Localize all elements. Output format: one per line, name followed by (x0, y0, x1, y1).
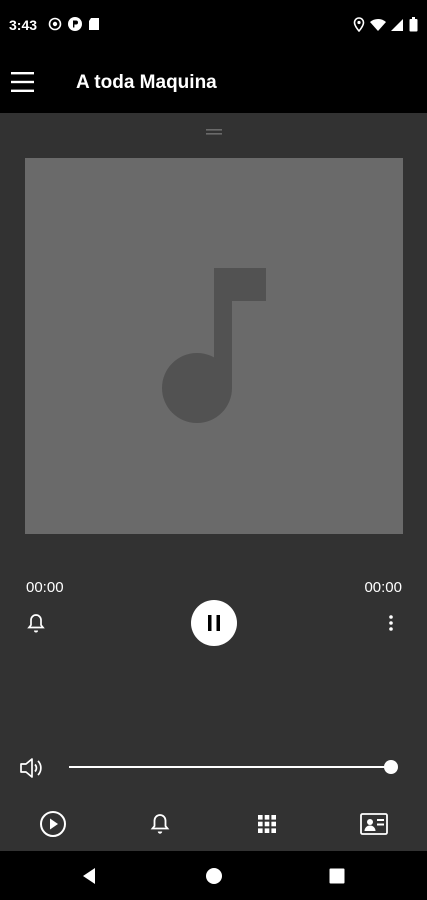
music-note-icon (162, 268, 266, 423)
app-bar: A toda Maquina (0, 52, 427, 113)
location-icon (353, 17, 365, 32)
p-badge-icon (68, 17, 82, 31)
album-art (25, 158, 403, 534)
bell-icon (150, 814, 170, 834)
status-right-icons (353, 17, 418, 32)
nav-alarms[interactable] (145, 809, 175, 839)
sd-card-icon (89, 18, 99, 30)
home-button[interactable] (203, 865, 225, 887)
back-triangle-icon (83, 868, 95, 884)
signal-icon (391, 18, 403, 31)
back-button[interactable] (78, 865, 100, 887)
bottom-nav (0, 796, 427, 851)
wifi-icon (370, 18, 386, 31)
page-title: A toda Maquina (76, 72, 217, 93)
volume-slider-track[interactable] (69, 766, 391, 768)
volume-icon[interactable] (19, 756, 45, 780)
status-time: 3:43 (9, 17, 38, 33)
pause-button[interactable] (191, 600, 237, 646)
alarm-bell-icon[interactable] (26, 612, 46, 634)
recents-button[interactable] (326, 865, 348, 887)
play-circle-icon (48, 17, 62, 31)
total-time: 00:00 (364, 579, 402, 596)
grid-icon (258, 815, 276, 833)
battery-icon (409, 17, 418, 32)
hamburger-menu-icon[interactable] (10, 68, 38, 96)
player-panel: 00:00 00:00 (0, 113, 427, 851)
drag-handle[interactable] (206, 122, 222, 135)
system-nav-bar (0, 851, 427, 900)
status-bar: 3:43 (0, 0, 427, 52)
volume-slider-thumb[interactable] (384, 760, 398, 774)
status-left-icons (48, 17, 100, 31)
elapsed-time: 00:00 (26, 579, 64, 596)
play-circle-icon (40, 811, 66, 837)
nav-now-playing[interactable] (38, 809, 68, 839)
nav-profile[interactable] (359, 809, 389, 839)
home-circle-icon (206, 868, 222, 884)
contact-card-icon (360, 813, 388, 835)
more-options-icon[interactable] (381, 612, 401, 634)
recents-square-icon (329, 868, 345, 884)
pause-icon (208, 615, 220, 631)
nav-library[interactable] (252, 809, 282, 839)
